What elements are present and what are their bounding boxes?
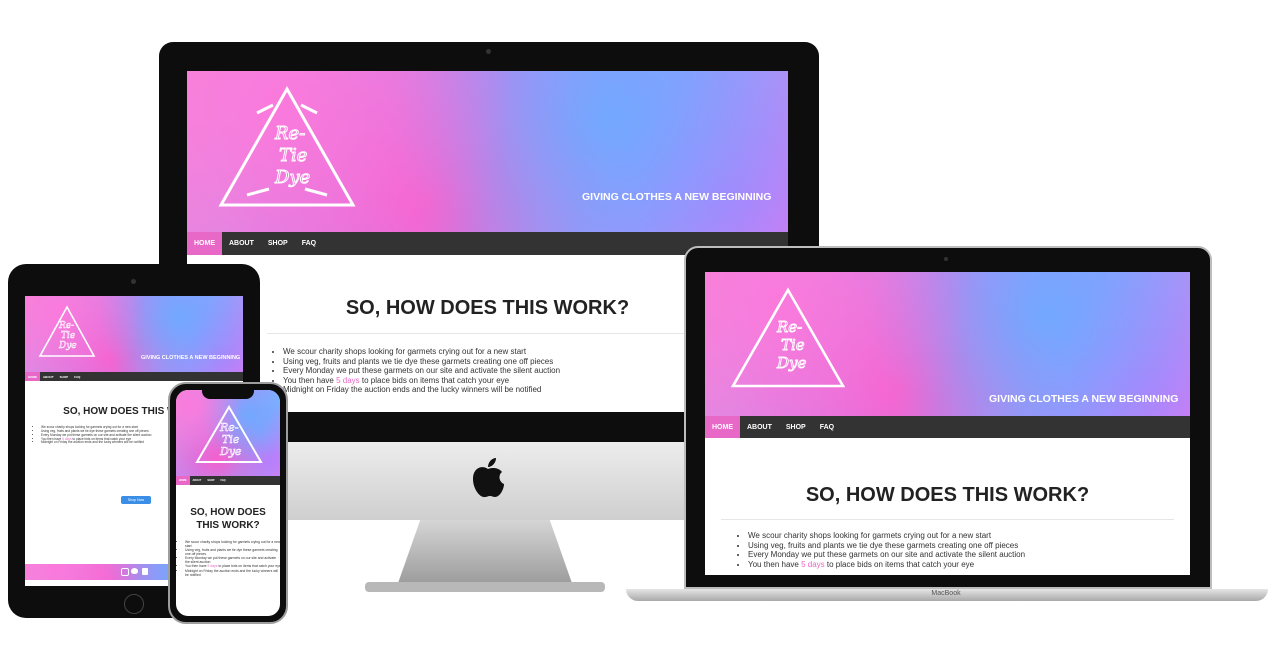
tagline: GIVING CLOTHES A NEW BEGINNING	[989, 393, 1179, 405]
nav-about[interactable]: ABOUT	[190, 476, 205, 485]
svg-text:Dye: Dye	[58, 341, 77, 351]
hero-banner: Re- Tie Dye GIVING CLOTHES A NEW BEGINNI…	[187, 71, 788, 232]
laptop-device: MacBook Re- Tie Dye GIVING CLOTHES A NEW…	[626, 246, 1268, 612]
nav-home[interactable]: HOME	[176, 476, 190, 485]
list-item: Midnight on Friday the auction ends and …	[185, 569, 280, 577]
list-item: You then have 5 days to place bids on it…	[185, 564, 280, 568]
how-it-works-list: We scour charity shops looking for garme…	[732, 531, 1188, 569]
list-item: Using veg, fruits and plants we tie dye …	[185, 548, 280, 556]
site-logo[interactable]: Re- Tie Dye	[194, 404, 264, 468]
home-button[interactable]	[124, 594, 144, 614]
svg-text:Dye: Dye	[219, 445, 242, 458]
divider	[721, 519, 1174, 520]
nav-faq[interactable]: FAQ	[295, 232, 323, 255]
nav-shop[interactable]: SHOP	[261, 232, 295, 255]
nav-faq[interactable]: FAQ	[813, 416, 841, 438]
logo-line2: Tie	[279, 145, 307, 166]
camera-dot	[131, 279, 136, 284]
phone-screen: Re- Tie Dye HOME ABOUT SHOP FAQ SO, HOW …	[176, 390, 280, 616]
list-item: Using veg, fruits and plants we tie dye …	[748, 541, 1188, 551]
nav-home[interactable]: HOME	[705, 416, 740, 438]
svg-text:Re-: Re-	[776, 318, 802, 336]
hero-banner: Re- Tie Dye GIVING CLOTHES A NEW BEGINNI…	[25, 296, 243, 372]
svg-text:Tie: Tie	[781, 336, 805, 354]
section-title: SO, HOW DOES THIS WORK?	[805, 484, 1090, 506]
how-it-works-list: We scour charity shops looking for garme…	[180, 540, 280, 577]
facebook-icon[interactable]	[142, 568, 148, 575]
phone-device: Re- Tie Dye HOME ABOUT SHOP FAQ SO, HOW …	[168, 382, 288, 624]
nav-shop[interactable]: SHOP	[204, 476, 217, 485]
laptop-screen: Re- Tie Dye GIVING CLOTHES A NEW BEGINNI…	[705, 272, 1190, 575]
shop-now-button[interactable]: Shop Now	[121, 496, 151, 504]
nav-about[interactable]: ABOUT	[40, 372, 57, 381]
nav-about[interactable]: ABOUT	[740, 416, 779, 438]
nav-shop[interactable]: SHOP	[779, 416, 813, 438]
site-logo[interactable]: Re- Tie Dye	[729, 286, 847, 396]
hero-banner: Re- Tie Dye GIVING CLOTHES A NEW BEGINNI…	[705, 272, 1190, 416]
list-item: We scour charity shops looking for garme…	[748, 531, 1188, 541]
svg-text:Re-: Re-	[58, 321, 74, 331]
logo-line3: Dye	[274, 167, 310, 188]
svg-text:Dye: Dye	[776, 354, 807, 372]
list-item: We scour charity shops looking for garme…	[185, 540, 280, 548]
nav-home[interactable]: HOME	[187, 232, 222, 255]
list-item: Every Monday we put these garmets on our…	[748, 550, 1188, 560]
nav-faq[interactable]: FAQ	[71, 372, 83, 381]
phone-notch	[202, 390, 254, 399]
main-nav: HOME ABOUT SHOP FAQ	[176, 476, 280, 485]
main-nav: HOME ABOUT SHOP FAQ	[25, 372, 243, 381]
nav-about[interactable]: ABOUT	[222, 232, 261, 255]
nav-home[interactable]: HOME	[25, 372, 40, 381]
twitter-icon[interactable]	[131, 568, 138, 574]
main-nav: HOME ABOUT SHOP FAQ	[705, 416, 1190, 438]
imac-stand	[397, 516, 573, 586]
site-logo[interactable]: Re- Tie Dye	[37, 304, 97, 362]
apple-icon	[471, 457, 505, 499]
list-item: You then have 5 days to place bids on it…	[748, 560, 1188, 570]
section-title: SO, HOW DOES THIS WORK?	[190, 507, 266, 531]
tagline: GIVING CLOTHES A NEW BEGINNING	[582, 191, 772, 203]
instagram-icon[interactable]	[121, 568, 129, 576]
camera-dot	[944, 257, 948, 261]
camera-dot	[486, 49, 491, 54]
hero-banner: Re- Tie Dye	[176, 390, 280, 476]
site-logo[interactable]: Re- Tie Dye	[217, 85, 357, 219]
nav-shop[interactable]: SHOP	[57, 372, 72, 381]
nav-faq[interactable]: FAQ	[217, 476, 228, 485]
svg-text:Tie: Tie	[61, 331, 75, 341]
laptop-brand-label: MacBook	[931, 590, 961, 597]
list-item: Every Monday we put these garmets on our…	[185, 556, 280, 564]
tagline: GIVING CLOTHES A NEW BEGINNING	[141, 355, 241, 361]
imac-stand-base	[365, 582, 605, 592]
logo-line1: Re-	[274, 123, 305, 144]
